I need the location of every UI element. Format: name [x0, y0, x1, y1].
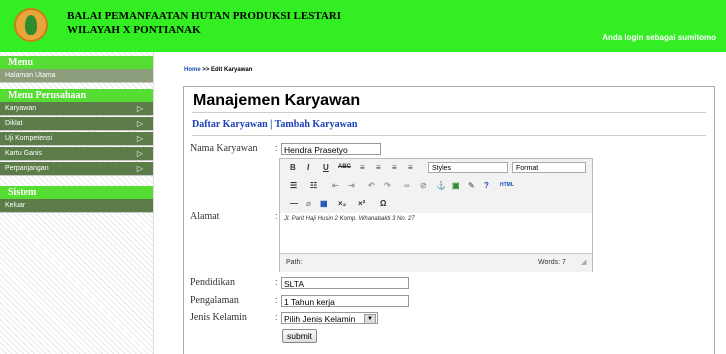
sidebar-menu-title: Menu [0, 56, 153, 69]
styles-select[interactable]: Styles [428, 162, 508, 173]
colon: : [275, 295, 278, 305]
jenis-kelamin-select[interactable]: Pilih Jenis Kelamin ▼ [281, 312, 378, 324]
arrow-right-icon: ▷ [136, 104, 143, 113]
logo [14, 8, 48, 42]
daftar-karyawan-link[interactable]: Daftar Karyawan [192, 119, 268, 130]
align-left-icon[interactable]: ≡ [360, 162, 365, 173]
align-right-icon[interactable]: ≡ [392, 162, 397, 173]
jenis-kelamin-label: Jenis Kelamin [190, 312, 247, 323]
sidebar-item-perpanjangan[interactable]: Perpanjangan ▷ [0, 162, 153, 176]
login-status: Anda login sebagai sumitomo [602, 33, 716, 42]
colon: : [275, 211, 278, 221]
colon: : [275, 277, 278, 287]
anchor-icon[interactable]: ⚓ [436, 180, 446, 191]
pendidikan-label: Pendidikan [190, 277, 235, 288]
sidebar-item-diklat[interactable]: Diklat ▷ [0, 117, 153, 131]
editor-content[interactable]: Jl. Parit Haji Husin 2 Komp. Whanabakti … [280, 213, 592, 251]
redo-icon[interactable]: ↷ [384, 180, 391, 191]
bullet-list-icon[interactable]: ☰ [290, 180, 297, 191]
editor-toolbar-row-1: B I U ABC ≡ ≡ ≡ ≡ Styles Format [280, 159, 592, 177]
cleanup-icon[interactable]: ✎ [468, 180, 475, 191]
italic-icon[interactable]: I [307, 162, 309, 173]
arrow-right-icon: ▷ [136, 149, 143, 158]
visual-aid-icon[interactable]: ▦ [320, 198, 328, 209]
undo-icon[interactable]: ↶ [368, 180, 375, 191]
breadcrumb-home-link[interactable]: Home [184, 67, 201, 73]
sidebar-system-title: Sistem [0, 186, 153, 199]
page-links: Daftar Karyawan | Tambah Karyawan [192, 119, 357, 130]
sidebar-item-halaman-utama[interactable]: Halaman Utama [0, 69, 153, 83]
submit-button[interactable]: submit [282, 329, 318, 343]
nama-karyawan-input[interactable]: Hendra Prasetyo [281, 143, 381, 155]
breadcrumb-current: Edit Karyawan [211, 67, 253, 73]
editor-path: Path: [286, 259, 303, 266]
sidebar-item-keluar[interactable]: Keluar [0, 199, 153, 213]
underline-icon[interactable]: U [323, 162, 329, 173]
divider [192, 112, 706, 113]
horizontal-rule-icon[interactable]: — [290, 198, 298, 209]
institution-name: BALAI PEMANFAATAN HUTAN PRODUKSI LESTARI… [67, 9, 341, 37]
colon: : [275, 312, 278, 322]
resize-handle-icon[interactable]: ◢ [581, 254, 586, 272]
chevron-down-icon[interactable]: ▼ [364, 314, 376, 324]
page-title: Manajemen Karyawan [193, 92, 361, 109]
editor-toolbar-row-3: — ⌀ ▦ ×₂ ×² Ω [280, 195, 592, 213]
pengalaman-input[interactable]: 1 Tahun kerja [281, 295, 409, 307]
sidebar-item-uji-kompetensi[interactable]: Uji Kompetensi ▷ [0, 132, 153, 146]
tambah-karyawan-link[interactable]: Tambah Karyawan [275, 119, 358, 130]
content-panel: Manajemen Karyawan Daftar Karyawan | Tam… [183, 86, 715, 354]
link-icon[interactable]: ∞ [404, 180, 410, 191]
format-select[interactable]: Format [512, 162, 586, 173]
sidebar-item-label: Perpanjangan [5, 165, 49, 172]
colon: : [275, 143, 278, 153]
alamat-label: Alamat [190, 211, 220, 222]
sidebar: Menu Halaman Utama Menu Perusahaan Karya… [0, 52, 154, 354]
align-center-icon[interactable]: ≡ [376, 162, 381, 173]
editor-word-count: Words: 7 [538, 259, 566, 266]
help-icon[interactable]: ? [484, 180, 489, 191]
breadcrumb: Home >> Edit Karyawan [184, 67, 252, 73]
alamat-rich-text-editor[interactable]: B I U ABC ≡ ≡ ≡ ≡ Styles Format ☰ ☷ ⇤ ⇥ … [279, 158, 593, 272]
jenis-kelamin-selected: Pilih Jenis Kelamin [284, 314, 356, 324]
special-char-icon[interactable]: Ω [380, 198, 386, 209]
sidebar-item-label: Diklat [5, 120, 23, 127]
sidebar-item-karyawan[interactable]: Karyawan ▷ [0, 102, 153, 116]
pengalaman-label: Pengalaman [190, 295, 239, 306]
subscript-icon[interactable]: ×₂ [338, 198, 346, 209]
arrow-right-icon: ▷ [136, 164, 143, 173]
sidebar-item-label: Kartu Ganis [5, 150, 42, 157]
pendidikan-input[interactable]: SLTA [281, 277, 409, 289]
bold-icon[interactable]: B [290, 162, 296, 173]
link-separator: | [270, 119, 273, 130]
sidebar-item-label: Karyawan [5, 105, 37, 112]
editor-statusbar: Path: Words: 7 ◢ [280, 253, 592, 272]
editor-toolbar-row-2: ☰ ☷ ⇤ ⇥ ↶ ↷ ∞ ⊘ ⚓ ▣ ✎ ? HTML [280, 177, 592, 195]
header: BALAI PEMANFAATAN HUTAN PRODUKSI LESTARI… [0, 0, 726, 52]
sidebar-item-kartu-ganis[interactable]: Kartu Ganis ▷ [0, 147, 153, 161]
breadcrumb-separator: >> [202, 67, 210, 73]
html-source-icon[interactable]: HTML [500, 180, 514, 191]
remove-format-icon[interactable]: ⌀ [306, 198, 311, 209]
arrow-right-icon: ▷ [136, 119, 143, 128]
image-icon[interactable]: ▣ [452, 180, 460, 191]
indent-icon[interactable]: ⇥ [348, 180, 355, 191]
nama-label: Nama Karyawan [190, 143, 258, 154]
strikethrough-icon[interactable]: ABC [338, 162, 351, 173]
arrow-right-icon: ▷ [136, 134, 143, 143]
outdent-icon[interactable]: ⇤ [332, 180, 339, 191]
sidebar-company-title: Menu Perusahaan [0, 89, 153, 102]
unlink-icon[interactable]: ⊘ [420, 180, 427, 191]
sidebar-item-label: Uji Kompetensi [5, 135, 53, 142]
institution-line-2: WILAYAH X PONTIANAK [67, 24, 201, 36]
institution-line-1: BALAI PEMANFAATAN HUTAN PRODUKSI LESTARI [67, 10, 342, 22]
superscript-icon[interactable]: ×² [358, 198, 365, 209]
numbered-list-icon[interactable]: ☷ [310, 180, 317, 191]
align-justify-icon[interactable]: ≡ [408, 162, 413, 173]
divider [192, 135, 706, 136]
